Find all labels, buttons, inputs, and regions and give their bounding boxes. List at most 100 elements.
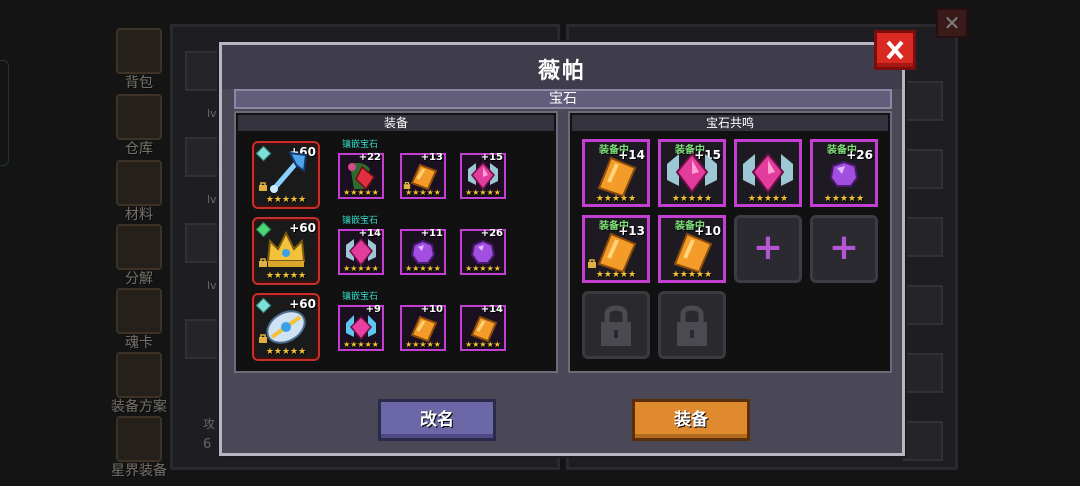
gem-slot[interactable]: +26 ★★★★★ (460, 228, 506, 275)
equipment-section-header: 装备 (238, 115, 554, 131)
materials-icon (116, 160, 162, 206)
star-rating: ★★★★★ (465, 188, 501, 197)
star-rating: ★★★★★ (823, 194, 865, 204)
sidebar-label: 仓库 (125, 141, 153, 157)
plus-icon: + (828, 227, 860, 268)
gem-slot[interactable]: +22 ★★★★★ (338, 152, 384, 199)
sidebar-item-backpack[interactable]: 背包 (110, 28, 168, 91)
chest-icon (116, 94, 162, 140)
gem-enhance-level: +15 (480, 152, 503, 163)
star-rating: ★★★★★ (343, 188, 379, 197)
resonance-slot[interactable]: 装备中 +15 ★★★★★ (658, 139, 726, 207)
equipment-plan-icon (116, 352, 162, 398)
gem-modal: 薇帕 宝石 装备 +60 ★★★★★ 镶嵌宝石 +22 ★★★★★ +13 ★★… (219, 42, 905, 456)
add-gem-slot[interactable]: + (734, 215, 802, 283)
close-x-icon (886, 40, 904, 60)
lock-icon (259, 334, 267, 343)
star-rating: ★★★★★ (405, 264, 441, 273)
disassemble-icon (116, 224, 162, 270)
sidebar-label: 星界装备 (111, 463, 167, 479)
star-rating: ★★★★★ (671, 270, 713, 280)
star-rating: ★★★★★ (405, 188, 441, 197)
star-rating: ★★★★★ (671, 194, 713, 204)
soul-card-icon (116, 288, 162, 334)
sidebar-item-warehouse[interactable]: 仓库 (110, 94, 168, 157)
sidebar-item-equipment-plan[interactable]: 装备方案 (110, 352, 168, 415)
equipment-section: 装备 +60 ★★★★★ 镶嵌宝石 +22 ★★★★★ +13 ★★★★★ +1… (234, 111, 558, 373)
star-rating: ★★★★★ (265, 195, 307, 205)
modal-title: 薇帕 (537, 59, 586, 84)
gem-slot[interactable]: +15 ★★★★★ (460, 152, 506, 199)
star-rating: ★★★★★ (465, 264, 501, 273)
gem-slot[interactable]: +11 ★★★★★ (400, 228, 446, 275)
background-slot (903, 81, 943, 121)
star-rating: ★★★★★ (343, 264, 379, 273)
lock-icon (588, 259, 596, 268)
resonance-slot[interactable]: ★★★★★ (734, 139, 802, 207)
tab-label: 宝石 (549, 91, 577, 107)
sidebar-label: 装备方案 (111, 399, 167, 415)
attack-value: 6 (203, 437, 212, 452)
inlay-gem-label: 镶嵌宝石 (342, 140, 379, 150)
sidebar-label: 背包 (125, 75, 153, 91)
locked-slot (658, 291, 726, 359)
gem-enhance-level: +13 (420, 152, 443, 163)
star-rating: ★★★★★ (465, 340, 501, 349)
star-rating: ★★★★★ (595, 270, 637, 280)
background-slot (903, 149, 943, 189)
background-slot (903, 285, 943, 325)
gem-enhance-level: +14 (480, 304, 503, 315)
sidebar-item-astral-equipment[interactable]: 星界装备 (110, 416, 168, 479)
star-rating: ★★★★★ (265, 271, 307, 281)
attack-prefix: 攻 (203, 417, 216, 431)
gem-slot[interactable]: +9 ★★★★★ (338, 304, 384, 351)
sidebar-item-disassemble[interactable]: 分解 (110, 224, 168, 287)
add-gem-slot[interactable]: + (810, 215, 878, 283)
background-close-icon[interactable]: ✕ (936, 8, 968, 38)
gem-enhance-level: +22 (358, 152, 381, 163)
gem-enhance-level: +26 (480, 228, 503, 239)
gem-enhance-level: +10 (420, 304, 443, 315)
level-prefix: lv (207, 193, 217, 206)
gem-enhance-level: +14 (358, 228, 381, 239)
sidebar-label: 分解 (125, 271, 153, 287)
backpack-icon (116, 28, 162, 74)
inlay-gem-label: 镶嵌宝石 (342, 292, 379, 302)
left-edge-handle (0, 60, 9, 166)
gem-slot[interactable]: +13 ★★★★★ (400, 152, 446, 199)
gem-resonance-header: 宝石共鸣 (572, 115, 888, 131)
level-prefix: lv (207, 279, 217, 292)
sidebar-item-materials[interactable]: 材料 (110, 160, 168, 223)
star-rating: ★★★★★ (747, 194, 789, 204)
gem-slot[interactable]: +14 ★★★★★ (338, 228, 384, 275)
gem-enhance-level: +9 (365, 304, 381, 315)
padlock-icon (601, 305, 631, 346)
rename-button[interactable]: 改名 (378, 399, 496, 441)
resonance-slot[interactable]: 装备中 +10 ★★★★★ (658, 215, 726, 283)
background-sidebar: 背包 仓库 材料 分解 魂卡 装备方案 星界装备 (106, 24, 172, 486)
star-rating: ★★★★★ (405, 340, 441, 349)
gem-resonance-section: 宝石共鸣 装备中 +14 ★★★★★ 装备中 +15 ★★★★★ ★★★★★ 装… (568, 111, 892, 373)
sidebar-label: 材料 (125, 207, 153, 223)
gem-slot[interactable]: +10 ★★★★★ (400, 304, 446, 351)
equipment-slot-armor[interactable]: +60 ★★★★★ (252, 293, 320, 361)
level-prefix: lv (207, 107, 217, 120)
equipment-slot-weapon[interactable]: +60 ★★★★★ (252, 141, 320, 209)
equipment-slot-helmet[interactable]: +60 ★★★★★ (252, 217, 320, 285)
lock-icon (259, 258, 267, 267)
tab-gems[interactable]: 宝石 (234, 89, 892, 109)
resonance-slot[interactable]: 装备中 +13 ★★★★★ (582, 215, 650, 283)
gem-slot[interactable]: +14 ★★★★★ (460, 304, 506, 351)
star-rating: ★★★★★ (595, 194, 637, 204)
sidebar-item-soul-card[interactable]: 魂卡 (110, 288, 168, 351)
close-button[interactable] (874, 30, 916, 70)
padlock-icon (677, 305, 707, 346)
background-slot (903, 421, 943, 461)
equip-button[interactable]: 装备 (632, 399, 750, 441)
resonance-slot[interactable]: 装备中 +14 ★★★★★ (582, 139, 650, 207)
lock-icon (259, 182, 267, 191)
background-slot (903, 353, 943, 393)
resonance-slot[interactable]: 装备中 +26 ★★★★★ (810, 139, 878, 207)
sidebar-label: 魂卡 (125, 335, 153, 351)
astral-equipment-icon (116, 416, 162, 462)
